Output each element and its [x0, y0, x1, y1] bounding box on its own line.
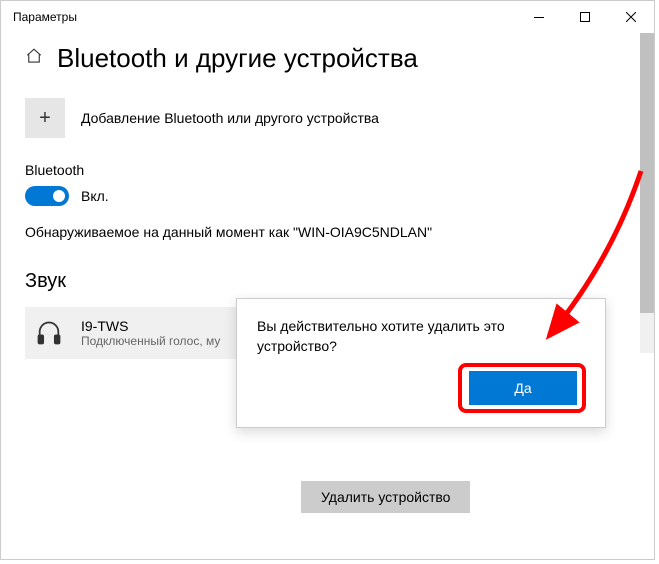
- sound-heading: Звук: [25, 270, 630, 293]
- window-controls: [516, 1, 654, 33]
- bluetooth-toggle[interactable]: [25, 186, 69, 206]
- confirm-yes-button[interactable]: Да: [469, 371, 577, 405]
- device-info: I9-TWS Подключенный голос, му: [81, 318, 220, 348]
- content-area: Bluetooth и другие устройства + Добавлен…: [1, 33, 654, 559]
- window-title: Параметры: [13, 10, 77, 24]
- add-device-label: Добавление Bluetooth или другого устройс…: [81, 110, 379, 126]
- confirm-message: Вы действительно хотите удалить это устр…: [257, 317, 585, 356]
- discoverable-text: Обнаруживаемое на данный момент как "WIN…: [25, 224, 630, 240]
- device-name: I9-TWS: [81, 318, 220, 334]
- confirm-dialog: Вы действительно хотите удалить это устр…: [236, 298, 606, 428]
- close-button[interactable]: [608, 1, 654, 33]
- page-header: Bluetooth и другие устройства: [25, 43, 630, 74]
- minimize-button[interactable]: [516, 1, 562, 33]
- headphones-icon: [33, 317, 65, 349]
- settings-window: Параметры Bluetooth и другие устройства: [0, 0, 655, 560]
- bluetooth-toggle-label: Вкл.: [81, 188, 109, 204]
- bluetooth-toggle-row: Вкл.: [25, 186, 630, 206]
- bluetooth-section-label: Bluetooth: [25, 162, 630, 178]
- page-title: Bluetooth и другие устройства: [57, 43, 418, 74]
- maximize-button[interactable]: [562, 1, 608, 33]
- add-device-button[interactable]: + Добавление Bluetooth или другого устро…: [25, 98, 630, 138]
- remove-device-button[interactable]: Удалить устройство: [301, 481, 470, 513]
- home-icon[interactable]: [25, 47, 43, 70]
- device-status: Подключенный голос, му: [81, 334, 220, 348]
- plus-icon: +: [25, 98, 65, 138]
- titlebar: Параметры: [1, 1, 654, 33]
- toggle-knob: [53, 190, 65, 202]
